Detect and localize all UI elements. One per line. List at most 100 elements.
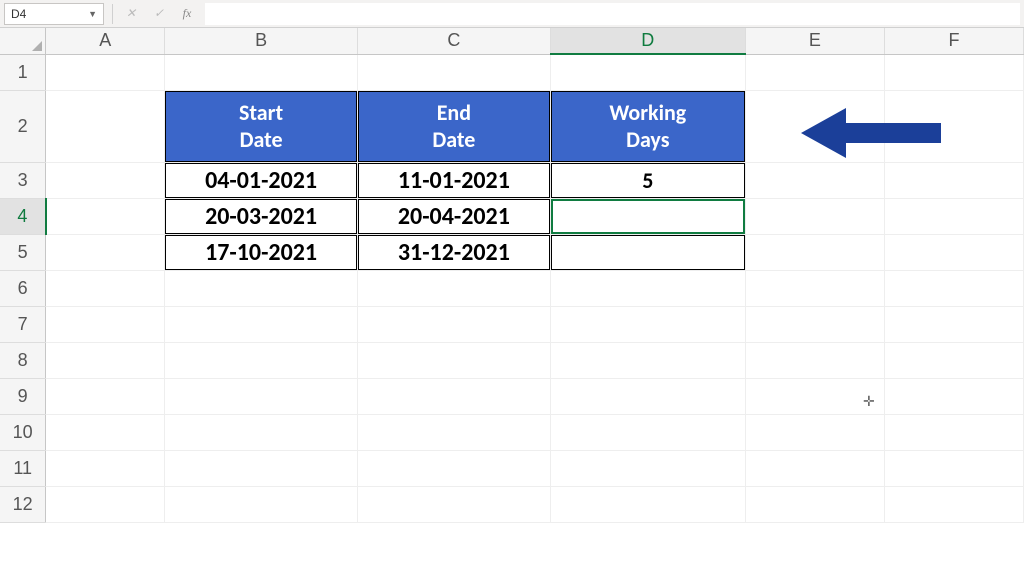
col-header-D[interactable]: D [550, 28, 745, 54]
row-header-6[interactable]: 6 [0, 270, 46, 306]
cell-A9[interactable] [46, 378, 165, 414]
cell-D4[interactable] [550, 198, 745, 234]
cell-C6[interactable] [357, 270, 550, 306]
cell-B6[interactable] [165, 270, 358, 306]
row-header-5[interactable]: 5 [0, 234, 46, 270]
cell-B9[interactable] [165, 378, 358, 414]
cell-E8[interactable] [745, 342, 884, 378]
cell-D9[interactable] [550, 378, 745, 414]
cell-D3[interactable]: 5 [550, 162, 745, 198]
cell-B5[interactable]: 17-10-2021 [165, 234, 358, 270]
cell-A12[interactable] [46, 486, 165, 522]
cell-B10[interactable] [165, 414, 358, 450]
cell-A6[interactable] [46, 270, 165, 306]
cell-B7[interactable] [165, 306, 358, 342]
cell-F2[interactable] [884, 90, 1023, 162]
cell-A3[interactable] [46, 162, 165, 198]
cell-E12[interactable] [745, 486, 884, 522]
cell-C1[interactable] [357, 54, 550, 90]
cell-F9[interactable] [884, 378, 1023, 414]
row-header-10[interactable]: 10 [0, 414, 46, 450]
col-header-B[interactable]: B [165, 28, 358, 54]
cell-B4[interactable]: 20-03-2021 [165, 198, 358, 234]
cell-C7[interactable] [357, 306, 550, 342]
cell-A4[interactable] [46, 198, 165, 234]
cell-A10[interactable] [46, 414, 165, 450]
cell-E9[interactable] [745, 378, 884, 414]
cell-A7[interactable] [46, 306, 165, 342]
cell-B3[interactable]: 04-01-2021 [165, 162, 358, 198]
row-header-1[interactable]: 1 [0, 54, 46, 90]
insert-function-icon[interactable]: fx [177, 4, 197, 24]
cell-D10[interactable] [550, 414, 745, 450]
cell-B8[interactable] [165, 342, 358, 378]
cell-D12[interactable] [550, 486, 745, 522]
cell-F12[interactable] [884, 486, 1023, 522]
cell-F4[interactable] [884, 198, 1023, 234]
cell-value: 17-10-2021 [165, 235, 357, 270]
formula-input[interactable] [205, 3, 1020, 25]
cell-C5[interactable]: 31-12-2021 [357, 234, 550, 270]
chevron-down-icon[interactable]: ▼ [88, 9, 97, 19]
cell-F1[interactable] [884, 54, 1023, 90]
cell-D2[interactable]: Working Days [550, 90, 745, 162]
row-header-9[interactable]: 9 [0, 378, 46, 414]
cell-F8[interactable] [884, 342, 1023, 378]
cell-E2[interactable] [745, 90, 884, 162]
cell-B11[interactable] [165, 450, 358, 486]
spreadsheet-grid[interactable]: A B C D E F 1 2 Start Date End Date Work… [0, 28, 1024, 576]
cell-F6[interactable] [884, 270, 1023, 306]
row-header-11[interactable]: 11 [0, 450, 46, 486]
cell-C8[interactable] [357, 342, 550, 378]
cell-E7[interactable] [745, 306, 884, 342]
row-header-8[interactable]: 8 [0, 342, 46, 378]
cell-value: 5 [551, 163, 745, 198]
col-header-C[interactable]: C [357, 28, 550, 54]
cell-F3[interactable] [884, 162, 1023, 198]
cell-F5[interactable] [884, 234, 1023, 270]
cell-E11[interactable] [745, 450, 884, 486]
row-header-4[interactable]: 4 [0, 198, 46, 234]
cell-C2[interactable]: End Date [357, 90, 550, 162]
cell-F10[interactable] [884, 414, 1023, 450]
col-header-A[interactable]: A [46, 28, 165, 54]
cell-D8[interactable] [550, 342, 745, 378]
name-box-value: D4 [11, 7, 26, 21]
cell-E5[interactable] [745, 234, 884, 270]
cell-A8[interactable] [46, 342, 165, 378]
row-header-12[interactable]: 12 [0, 486, 46, 522]
cell-D7[interactable] [550, 306, 745, 342]
cell-F7[interactable] [884, 306, 1023, 342]
cell-D6[interactable] [550, 270, 745, 306]
cell-C3[interactable]: 11-01-2021 [357, 162, 550, 198]
cell-A5[interactable] [46, 234, 165, 270]
cell-C10[interactable] [357, 414, 550, 450]
cell-C12[interactable] [357, 486, 550, 522]
row-header-7[interactable]: 7 [0, 306, 46, 342]
cell-C11[interactable] [357, 450, 550, 486]
cell-A2[interactable] [46, 90, 165, 162]
cell-value [551, 235, 745, 270]
select-all-corner[interactable] [0, 28, 46, 54]
name-box[interactable]: D4 ▼ [4, 3, 104, 25]
row-header-2[interactable]: 2 [0, 90, 46, 162]
col-header-E[interactable]: E [745, 28, 884, 54]
cell-D5[interactable] [550, 234, 745, 270]
col-header-F[interactable]: F [884, 28, 1023, 54]
cell-A1[interactable] [46, 54, 165, 90]
cell-F11[interactable] [884, 450, 1023, 486]
cell-B2[interactable]: Start Date [165, 90, 358, 162]
cell-B12[interactable] [165, 486, 358, 522]
cell-D1[interactable] [550, 54, 745, 90]
cell-E4[interactable] [745, 198, 884, 234]
cell-E6[interactable] [745, 270, 884, 306]
cell-A11[interactable] [46, 450, 165, 486]
cell-E3[interactable] [745, 162, 884, 198]
cell-C9[interactable] [357, 378, 550, 414]
cell-D11[interactable] [550, 450, 745, 486]
row-header-3[interactable]: 3 [0, 162, 46, 198]
cell-C4[interactable]: 20-04-2021 [357, 198, 550, 234]
cell-E10[interactable] [745, 414, 884, 450]
cell-E1[interactable] [745, 54, 884, 90]
cell-B1[interactable] [165, 54, 358, 90]
